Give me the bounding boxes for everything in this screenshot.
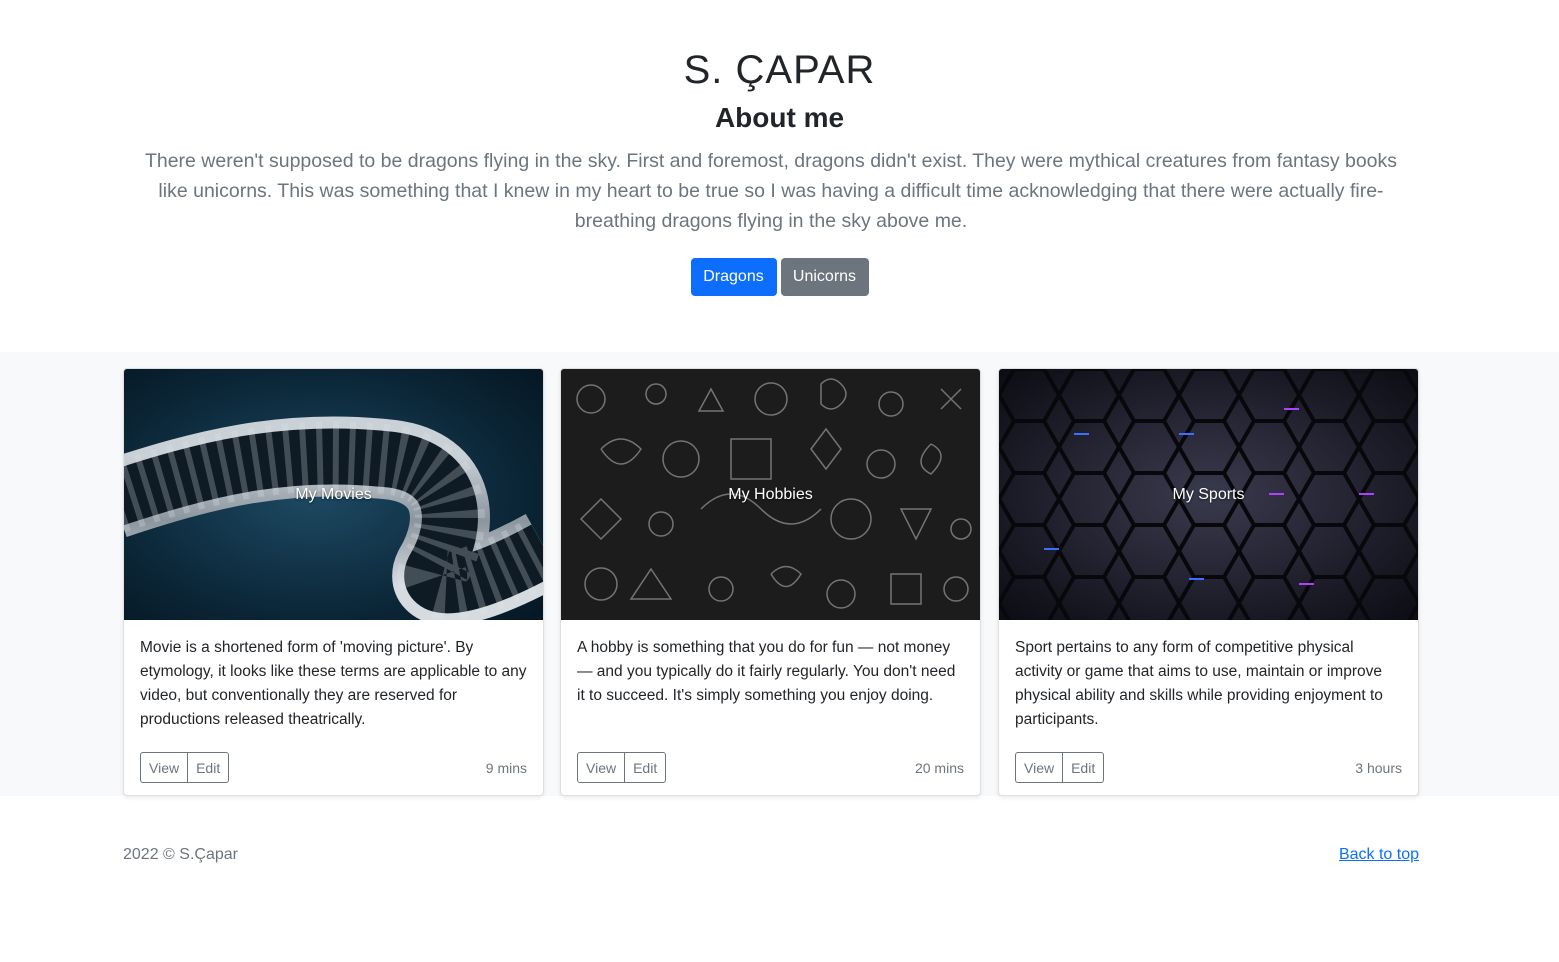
- card-title: My Hobbies: [728, 485, 813, 503]
- hero-buttons: Dragons Unicorns: [0, 258, 1559, 296]
- card-thumbnail[interactable]: My Movies: [124, 369, 543, 620]
- view-button[interactable]: View: [577, 752, 626, 783]
- album-section: My Movies Movie is a shortened form of '…: [0, 352, 1559, 796]
- about-heading: About me: [714, 102, 845, 133]
- card-button-group: View Edit: [577, 752, 667, 783]
- site-name: S. ÇAPAR: [683, 48, 876, 92]
- dragons-button[interactable]: Dragons: [690, 258, 777, 296]
- card-text: A hobby is something that you do for fun…: [577, 639, 956, 704]
- card-time: 3 hours: [1355, 759, 1402, 776]
- copyright-text: 2022 © S.Çapar: [123, 846, 238, 863]
- card-thumbnail[interactable]: My Sports: [999, 369, 1418, 620]
- card-text: Movie is a shortened form of 'moving pic…: [140, 639, 527, 728]
- unicorns-button[interactable]: Unicorns: [780, 258, 869, 296]
- card-time: 20 mins: [914, 759, 964, 776]
- card-movies: My Movies Movie is a shortened form of '…: [123, 368, 544, 796]
- view-button[interactable]: View: [1015, 752, 1064, 783]
- card-thumbnail[interactable]: My Hobbies: [561, 369, 980, 620]
- edit-button[interactable]: Edit: [1063, 752, 1105, 783]
- card-title: My Sports: [1172, 485, 1245, 503]
- card-title: My Movies: [295, 485, 372, 503]
- card-sports: My Sports Sport pertains to any form of …: [998, 368, 1419, 796]
- edit-button[interactable]: Edit: [625, 752, 667, 783]
- card-button-group: View Edit: [140, 752, 230, 783]
- hero-section: S. ÇAPAR About me There weren't supposed…: [0, 0, 1559, 352]
- footer: 2022 © S.Çapar Back to top: [123, 846, 1419, 864]
- card-hobbies: My Hobbies A hobby is something that you…: [560, 368, 981, 796]
- card-text: Sport pertains to any form of competitiv…: [1015, 639, 1383, 728]
- about-text: There weren't supposed to be dragons fly…: [144, 150, 1398, 232]
- card-time: 9 mins: [485, 759, 527, 776]
- view-button[interactable]: View: [140, 752, 189, 783]
- card-button-group: View Edit: [1015, 752, 1105, 783]
- back-to-top-link[interactable]: Back to top: [1339, 846, 1419, 864]
- edit-button[interactable]: Edit: [188, 752, 230, 783]
